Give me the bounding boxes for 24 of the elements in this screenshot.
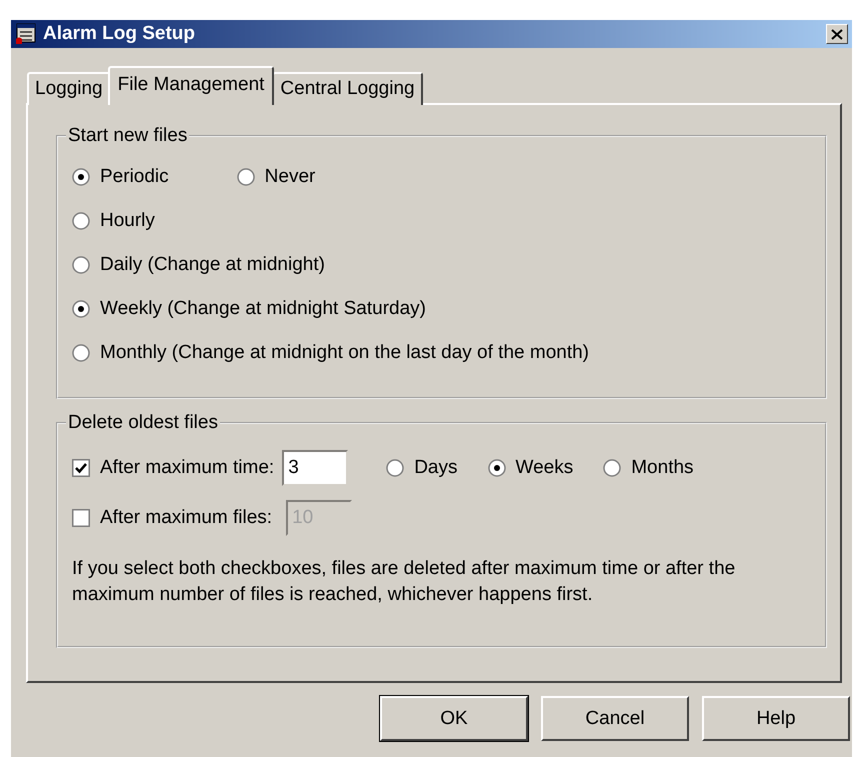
checkbox-option[interactable]: After maximum time: [72, 457, 274, 479]
dialog-button[interactable]: OK [380, 696, 528, 741]
tab[interactable]: File Management [108, 66, 274, 105]
group-title: Delete oldest files [67, 412, 219, 434]
radio-option[interactable]: Months [603, 457, 694, 479]
radio-option[interactable]: Monthly (Change at midnight on the last day of the month) [72, 342, 589, 364]
window-title: Alarm Log Setup [43, 23, 196, 45]
radio-option[interactable]: Never [236, 166, 316, 188]
radio-option[interactable]: Weekly (Change at midnight Saturday) [72, 298, 426, 320]
radio-option[interactable]: Hourly [72, 210, 155, 232]
radio-option[interactable]: Weeks [488, 457, 574, 479]
close-icon [831, 28, 843, 40]
radio-option[interactable]: Daily (Change at midnight) [72, 254, 325, 276]
group-title: Start new files [67, 125, 188, 147]
help-text: If you select both checkboxes, files are deleted after maximum time or after the maximum number of files is reached, whichever happens first. [72, 557, 736, 607]
tab[interactable]: Central Logging [272, 72, 423, 105]
input-field[interactable]: 3 [282, 450, 348, 486]
close-button[interactable] [826, 24, 848, 44]
log-window-icon [15, 23, 37, 45]
dialog-button[interactable]: Help [702, 696, 850, 741]
tab[interactable]: Logging [27, 72, 111, 105]
radio-option[interactable]: Days [386, 457, 458, 479]
dialog-button[interactable]: Cancel [541, 696, 689, 741]
radio-option[interactable]: Periodic [72, 166, 169, 188]
